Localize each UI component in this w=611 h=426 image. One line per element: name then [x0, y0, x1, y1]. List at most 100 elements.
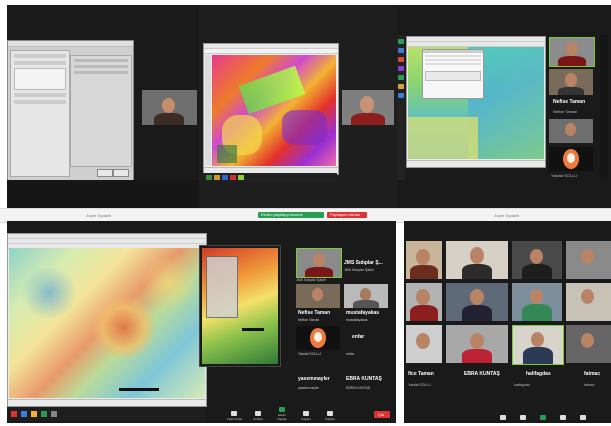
gis-window: [7, 233, 207, 407]
map-layout-canvas[interactable]: [202, 248, 278, 364]
participant-subname: halifagdas: [514, 383, 530, 387]
windows-taskbar: [7, 407, 205, 421]
participant-name: yasemınayler: [298, 376, 330, 382]
record-button[interactable]: [556, 415, 570, 421]
gis-side-toolbar: [205, 55, 211, 165]
share-screen-button[interactable]: [536, 415, 550, 421]
panel-bottom-left: JMS Sıdıplar Ş... JMS Sıdıplar Şakiri JM…: [7, 221, 396, 423]
share-screen-button[interactable]: Ekran Paylaş: [275, 407, 289, 421]
participants-icon: [231, 411, 237, 416]
share-banner-label: Ekranı paylaşıyorsunuz: [261, 212, 303, 217]
participant-tile: [549, 37, 595, 67]
record-icon: [560, 415, 566, 420]
participant-subname: EBRA KUNTAŞ: [346, 386, 371, 390]
gallery-view: fice Taman EBRA KUNTAŞ halifagdas fatmac…: [406, 241, 611, 391]
reactions-icon: [580, 415, 586, 420]
chat-icon: [520, 415, 526, 420]
map-layout-window: [199, 245, 281, 367]
participant-subname: enfar: [346, 352, 354, 356]
zoom-title-right: Zoom Toplantı: [494, 213, 520, 218]
share-screen-label: Ekran Paylaş: [277, 413, 287, 421]
participant-tile: [406, 241, 442, 279]
dialog-window: [7, 40, 134, 182]
record-label: Kaydet: [301, 417, 311, 421]
share-banner: Ekranı paylaşıyorsunuz: [258, 212, 324, 218]
attribute-dialog: [422, 49, 484, 99]
participant-name: Nefise Taman: [553, 109, 578, 114]
chat-label: Sohbet: [253, 417, 263, 421]
scale-bar: [119, 388, 159, 391]
participant-tile: [446, 283, 508, 321]
chat-button[interactable]: [516, 415, 530, 421]
participant-video: [142, 90, 197, 125]
zoom-title-left: Zoom Toplantı: [86, 213, 112, 218]
chat-button[interactable]: Sohbet: [251, 411, 265, 421]
panel-top-right: Nefise Taman Nefise Taman Yakdal SOLLU: [397, 5, 611, 208]
participant-name: enfar: [352, 334, 365, 340]
reactions-icon: [327, 411, 333, 416]
zoom-controls: [404, 407, 611, 423]
participant-name: mustafayakas: [346, 310, 380, 316]
participant-subname: Yakdal SOLLU: [408, 383, 431, 387]
participant-grid: JMS Sıdıplar Ş... JMS Sıdıplar Şakiri JM…: [296, 248, 392, 420]
participant-tile: [566, 283, 611, 321]
reactions-button[interactable]: [576, 415, 590, 421]
dialog-form: [10, 50, 70, 177]
dialog-ok-button[interactable]: [113, 169, 129, 177]
share-screen-icon: [279, 407, 285, 412]
record-icon: [303, 411, 309, 416]
participant-name: JMS Sıdıplar Ş...: [344, 260, 383, 266]
participant-tile: [296, 248, 342, 278]
zoom-controls: Katılımcılar Sohbet Ekran Paylaş Kaydet …: [221, 407, 396, 423]
gis-window: [406, 36, 546, 168]
participant-subname: Nefise Taman: [298, 318, 320, 322]
participant-tile: [549, 147, 593, 171]
participant-name: fice Taman: [408, 371, 434, 377]
participant-tile: [406, 283, 442, 321]
participant-tile: [512, 283, 562, 321]
gis-map-canvas[interactable]: [212, 55, 336, 166]
participant-name: Nefise Taman: [553, 99, 586, 105]
participant-tile: [512, 241, 562, 279]
participant-tile: [512, 325, 564, 365]
participant-subname: fatmac: [584, 383, 595, 387]
participant-name: Nefise Taman: [298, 310, 331, 316]
participant-tile: [446, 241, 508, 279]
participant-tile: [549, 119, 593, 143]
gis-map-canvas[interactable]: [9, 248, 205, 398]
chat-icon: [255, 411, 261, 416]
participant-subname: JMS Sıdıplar Şakiri: [296, 278, 326, 282]
taskbar-area: [7, 180, 199, 208]
dialog-cancel-button[interactable]: [97, 169, 113, 177]
participant-name: EBRA KUNTAŞ: [464, 371, 500, 377]
participant-tile: [549, 69, 593, 95]
participant-subname: Yakdal SOLLU: [298, 352, 321, 356]
gis-window: [203, 43, 339, 175]
participant-tile: [344, 284, 388, 308]
panel-top-middle: [199, 5, 397, 208]
participant-name: fatmac: [584, 371, 601, 377]
scrollbar[interactable]: [600, 35, 608, 180]
share-screen-icon: [540, 415, 546, 420]
stop-share-button[interactable]: Paylaşımı durdur: [327, 212, 367, 218]
dialog-titlebar: [8, 41, 133, 47]
gis-statusbar: [407, 160, 545, 167]
participants-button[interactable]: Katılımcılar: [227, 411, 243, 421]
participant-strip: Nefise Taman Nefise Taman Yakdal SOLLU: [549, 33, 597, 178]
participant-subname: JMS Sıdıplar Şakiri: [344, 268, 374, 272]
participants-label: Katılımcılar: [227, 417, 243, 421]
participant-tile: [296, 284, 340, 308]
participants-button[interactable]: [496, 415, 510, 421]
panel-top-left: [7, 5, 199, 208]
reactions-button[interactable]: Tepkiler: [323, 411, 337, 421]
participant-tile: [446, 325, 508, 363]
participant-name: Yakdal SOLLU: [551, 173, 578, 178]
leave-button[interactable]: Çık: [374, 411, 390, 418]
leave-label: Çık: [378, 412, 384, 417]
participant-name: halifagdas: [526, 371, 551, 377]
participant-tile: [566, 241, 611, 279]
record-button[interactable]: Kaydet: [299, 411, 313, 421]
panel-bottom-right: fice Taman EBRA KUNTAŞ halifagdas fatmac…: [404, 221, 611, 423]
reactions-label: Tepkiler: [324, 417, 336, 421]
participant-subname: mustafayakas: [346, 318, 368, 322]
